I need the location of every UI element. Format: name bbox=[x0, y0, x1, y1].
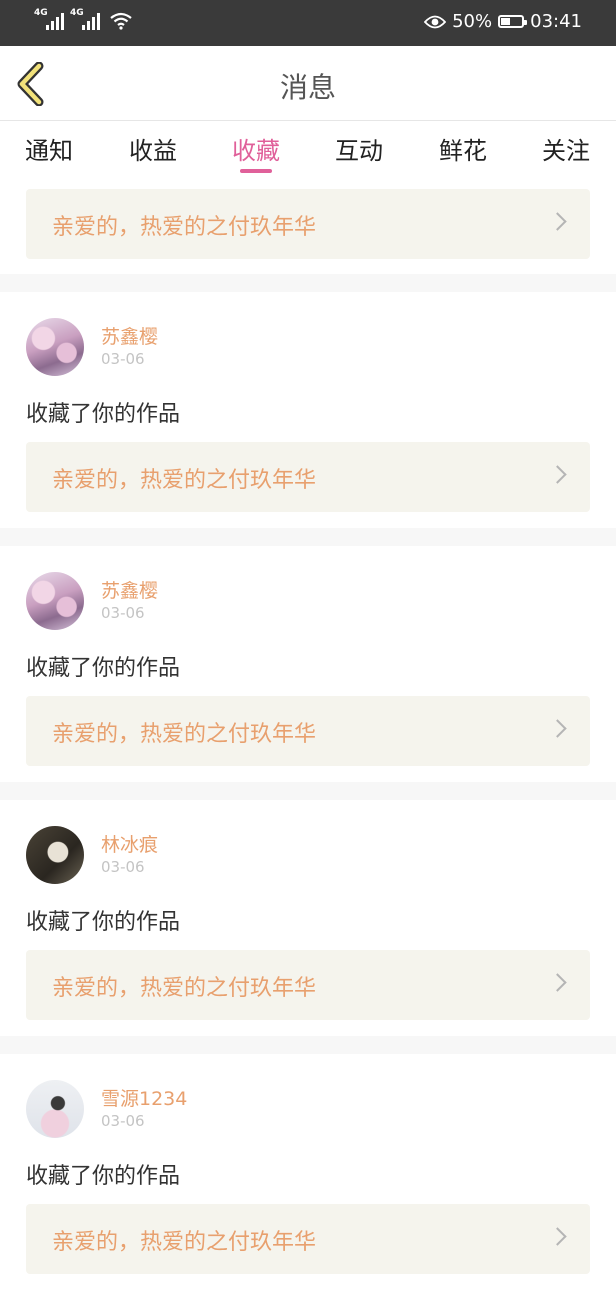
chevron-right-icon bbox=[548, 973, 567, 992]
work-title: 亲爱的，热爱的之付玖年华 bbox=[52, 1230, 317, 1255]
network-type-label: 4G bbox=[70, 8, 84, 18]
tab-interactions[interactable]: 互动 bbox=[319, 131, 399, 166]
status-left: 4G 4G bbox=[34, 8, 132, 30]
chevron-right-icon bbox=[548, 1227, 567, 1246]
message-date: 03-06 bbox=[101, 604, 145, 622]
username[interactable]: 苏鑫樱 bbox=[101, 322, 158, 349]
tab-favorites[interactable]: 收藏 bbox=[216, 131, 296, 173]
chevron-right-icon bbox=[548, 719, 567, 738]
chevron-right-icon bbox=[548, 465, 567, 484]
message-date: 03-06 bbox=[101, 1112, 145, 1130]
battery-icon bbox=[498, 15, 528, 28]
action-text: 收藏了你的作品 bbox=[26, 1164, 181, 1189]
work-title: 亲爱的，热爱的之付玖年华 bbox=[52, 722, 317, 747]
list-item: 雪源1234 03-06 收藏了你的作品 亲爱的，热爱的之付玖年华 bbox=[0, 1054, 616, 1290]
work-title: 亲爱的，热爱的之付玖年华 bbox=[52, 976, 317, 1001]
avatar[interactable] bbox=[26, 826, 84, 884]
tab-earnings[interactable]: 收益 bbox=[113, 131, 193, 166]
tab-label: 互动 bbox=[335, 137, 383, 165]
username[interactable]: 苏鑫樱 bbox=[101, 576, 158, 603]
action-text: 收藏了你的作品 bbox=[26, 656, 181, 681]
avatar[interactable] bbox=[26, 318, 84, 376]
work-title: 亲爱的，热爱的之付玖年华 bbox=[52, 468, 317, 493]
wifi-icon bbox=[110, 12, 132, 30]
list-item: 苏鑫樱 03-06 收藏了你的作品 亲爱的，热爱的之付玖年华 bbox=[0, 546, 616, 782]
tab-label: 通知 bbox=[25, 137, 73, 165]
tab-bar: 通知 收益 收藏 互动 鲜花 关注 bbox=[0, 121, 616, 183]
message-list: 亲爱的，热爱的之付玖年华 苏鑫樱 03-06 收藏了你的作品 亲爱的，热爱的之付… bbox=[0, 183, 616, 1290]
avatar[interactable] bbox=[26, 572, 84, 630]
work-link-card[interactable]: 亲爱的，热爱的之付玖年华 bbox=[26, 1204, 590, 1274]
tab-label: 收藏 bbox=[232, 137, 280, 165]
message-date: 03-06 bbox=[101, 858, 145, 876]
work-link-card[interactable]: 亲爱的，热爱的之付玖年华 bbox=[26, 696, 590, 766]
list-item: 苏鑫樱 03-06 收藏了你的作品 亲爱的，热爱的之付玖年华 bbox=[0, 292, 616, 528]
battery-percent: 50% bbox=[452, 11, 493, 32]
list-item: 亲爱的，热爱的之付玖年华 bbox=[0, 183, 616, 274]
eye-icon bbox=[424, 15, 447, 28]
tab-label: 关注 bbox=[542, 137, 590, 165]
list-item: 林冰痕 03-06 收藏了你的作品 亲爱的，热爱的之付玖年华 bbox=[0, 800, 616, 1036]
avatar[interactable] bbox=[26, 1080, 84, 1138]
status-right: 50% 03:41 bbox=[424, 11, 582, 32]
username[interactable]: 雪源1234 bbox=[101, 1084, 187, 1111]
active-tab-indicator bbox=[240, 169, 272, 173]
work-link-card[interactable]: 亲爱的，热爱的之付玖年华 bbox=[26, 189, 590, 259]
signal-icon: 4G bbox=[70, 8, 100, 30]
page-title: 消息 bbox=[279, 71, 336, 104]
action-text: 收藏了你的作品 bbox=[26, 910, 181, 935]
page-header: 消息 bbox=[0, 46, 616, 121]
tab-notifications[interactable]: 通知 bbox=[9, 131, 89, 166]
tab-label: 收益 bbox=[129, 137, 177, 165]
action-text: 收藏了你的作品 bbox=[26, 402, 181, 427]
status-bar: 4G 4G 50% 03:41 bbox=[0, 0, 616, 46]
tab-following[interactable]: 关注 bbox=[526, 131, 606, 166]
signal-icon: 4G bbox=[34, 8, 64, 30]
work-title: 亲爱的，热爱的之付玖年华 bbox=[52, 215, 317, 240]
username[interactable]: 林冰痕 bbox=[101, 830, 158, 857]
chevron-right-icon bbox=[548, 212, 567, 231]
tab-flowers[interactable]: 鲜花 bbox=[423, 131, 503, 166]
message-date: 03-06 bbox=[101, 350, 145, 368]
clock: 03:41 bbox=[530, 11, 582, 32]
work-link-card[interactable]: 亲爱的，热爱的之付玖年华 bbox=[26, 950, 590, 1020]
tab-label: 鲜花 bbox=[439, 137, 487, 165]
network-type-label: 4G bbox=[34, 8, 48, 18]
work-link-card[interactable]: 亲爱的，热爱的之付玖年华 bbox=[26, 442, 590, 512]
